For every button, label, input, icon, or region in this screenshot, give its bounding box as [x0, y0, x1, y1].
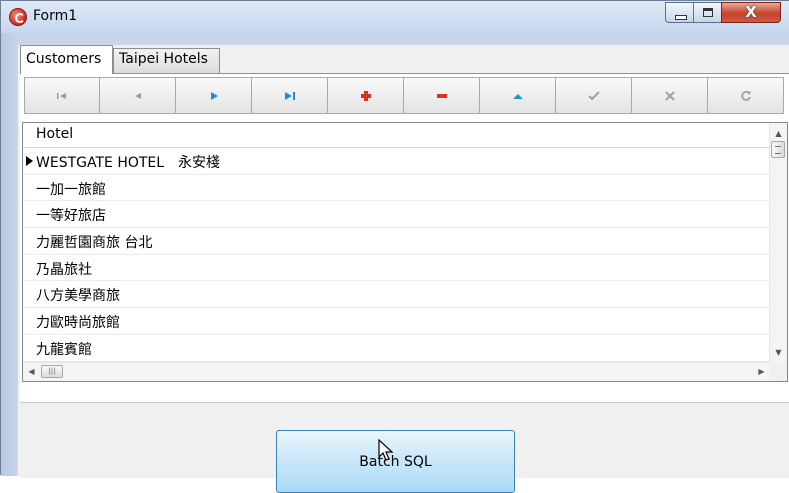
scrollbar-corner	[770, 363, 787, 381]
row-indicator	[23, 335, 35, 361]
row-indicator	[23, 175, 35, 201]
first-icon	[57, 92, 66, 99]
cancel-icon	[664, 90, 675, 101]
hotel-cell[interactable]: WESTGATE HOTEL 永安棧	[36, 152, 220, 172]
cancel-record-button[interactable]	[632, 77, 708, 114]
table-row[interactable]: 力歐時尚旅館	[23, 308, 770, 335]
hotel-cell[interactable]: 一加一旅館	[36, 179, 106, 199]
row-indicator	[23, 255, 35, 281]
maximize-button[interactable]	[693, 2, 722, 23]
first-record-button[interactable]	[24, 77, 100, 114]
scroll-left-icon[interactable]: ◀	[23, 363, 40, 381]
last-icon	[284, 91, 295, 100]
scroll-down-icon[interactable]: ▼	[770, 344, 787, 361]
table-row[interactable]: 一加一旅館	[23, 175, 770, 202]
minimize-icon	[675, 15, 687, 20]
tab-page-customers: Hotel WESTGATE HOTEL 永安棧 一加一旅館 一等好旅店 力麗哲…	[20, 73, 789, 493]
minimize-button[interactable]	[665, 2, 694, 23]
hotel-grid[interactable]: Hotel WESTGATE HOTEL 永安棧 一加一旅館 一等好旅店 力麗哲…	[22, 122, 788, 382]
maximize-icon	[703, 8, 713, 17]
delete-record-button[interactable]	[404, 77, 480, 114]
table-row[interactable]: 八方美學商旅	[23, 281, 770, 309]
plus-icon	[360, 90, 371, 101]
next-icon	[210, 91, 218, 100]
horizontal-scrollbar[interactable]: ◀ ||| ▶	[23, 362, 770, 381]
table-row[interactable]: WESTGATE HOTEL 永安棧	[23, 148, 770, 175]
last-record-button[interactable]	[252, 77, 328, 114]
bottom-panel: Batch SQL	[20, 402, 789, 493]
row-indicator	[23, 228, 35, 254]
edit-icon	[512, 93, 523, 99]
app-icon[interactable]	[9, 8, 27, 26]
row-indicator	[23, 201, 35, 227]
grid-rows: WESTGATE HOTEL 永安棧 一加一旅館 一等好旅店 力麗哲園商旅 台北	[23, 148, 770, 362]
table-row[interactable]: 乃晶旅社	[23, 255, 770, 282]
table-row[interactable]: 九龍賓館	[23, 335, 770, 362]
hotel-cell[interactable]: 一等好旅店	[36, 205, 106, 225]
hotel-cell[interactable]: 八方美學商旅	[36, 285, 120, 305]
close-icon: X	[745, 3, 757, 21]
minus-icon	[436, 93, 447, 98]
hotel-cell[interactable]: 力歐時尚旅館	[36, 312, 120, 332]
tab-customers[interactable]: Customers	[20, 45, 113, 74]
scroll-up-icon[interactable]: ▲	[770, 125, 787, 142]
scroll-right-icon[interactable]: ▶	[753, 363, 770, 381]
db-navigator	[24, 77, 784, 114]
grid-header: Hotel	[23, 123, 770, 148]
table-row[interactable]: 一等好旅店	[23, 201, 770, 229]
row-indicator	[23, 308, 35, 334]
mouse-pointer-icon	[378, 439, 394, 461]
column-header-hotel[interactable]: Hotel	[36, 126, 73, 142]
check-icon	[587, 90, 600, 100]
window-frame-top	[1, 33, 789, 45]
batch-sql-button[interactable]: Batch SQL	[276, 430, 515, 493]
window-title: Form1	[33, 8, 78, 24]
close-button[interactable]: X	[721, 2, 781, 23]
hotel-cell[interactable]: 力麗哲園商旅 台北	[36, 232, 152, 252]
window-frame-left	[1, 33, 18, 476]
prior-icon	[134, 92, 141, 99]
title-bar[interactable]: Form1 X	[1, 1, 789, 33]
refresh-icon	[740, 90, 751, 101]
current-row-arrow-icon	[26, 156, 33, 166]
row-indicator	[23, 281, 35, 307]
indicator-column-header	[23, 123, 36, 147]
edit-record-button[interactable]	[480, 77, 556, 114]
prior-record-button[interactable]	[100, 77, 176, 114]
hotel-cell[interactable]: 九龍賓館	[36, 339, 92, 359]
row-indicator	[23, 148, 35, 174]
refresh-button[interactable]	[708, 77, 784, 114]
form-client-area: Customers Taipei Hotels Hotel WESTGATE H…	[18, 45, 789, 493]
post-record-button[interactable]	[556, 77, 632, 114]
horizontal-scroll-thumb[interactable]: |||	[41, 365, 63, 378]
vertical-scrollbar[interactable]: ▲ ▼	[769, 123, 787, 363]
hotel-cell[interactable]: 乃晶旅社	[36, 259, 92, 279]
vertical-scroll-thumb[interactable]	[771, 141, 785, 158]
tab-taipei-hotels[interactable]: Taipei Hotels	[113, 48, 220, 73]
next-record-button[interactable]	[176, 77, 252, 114]
insert-record-button[interactable]	[328, 77, 404, 114]
table-row[interactable]: 力麗哲園商旅 台北	[23, 228, 770, 255]
window: Form1 X Customers Taipei Hotels Hotel WE…	[0, 0, 789, 493]
